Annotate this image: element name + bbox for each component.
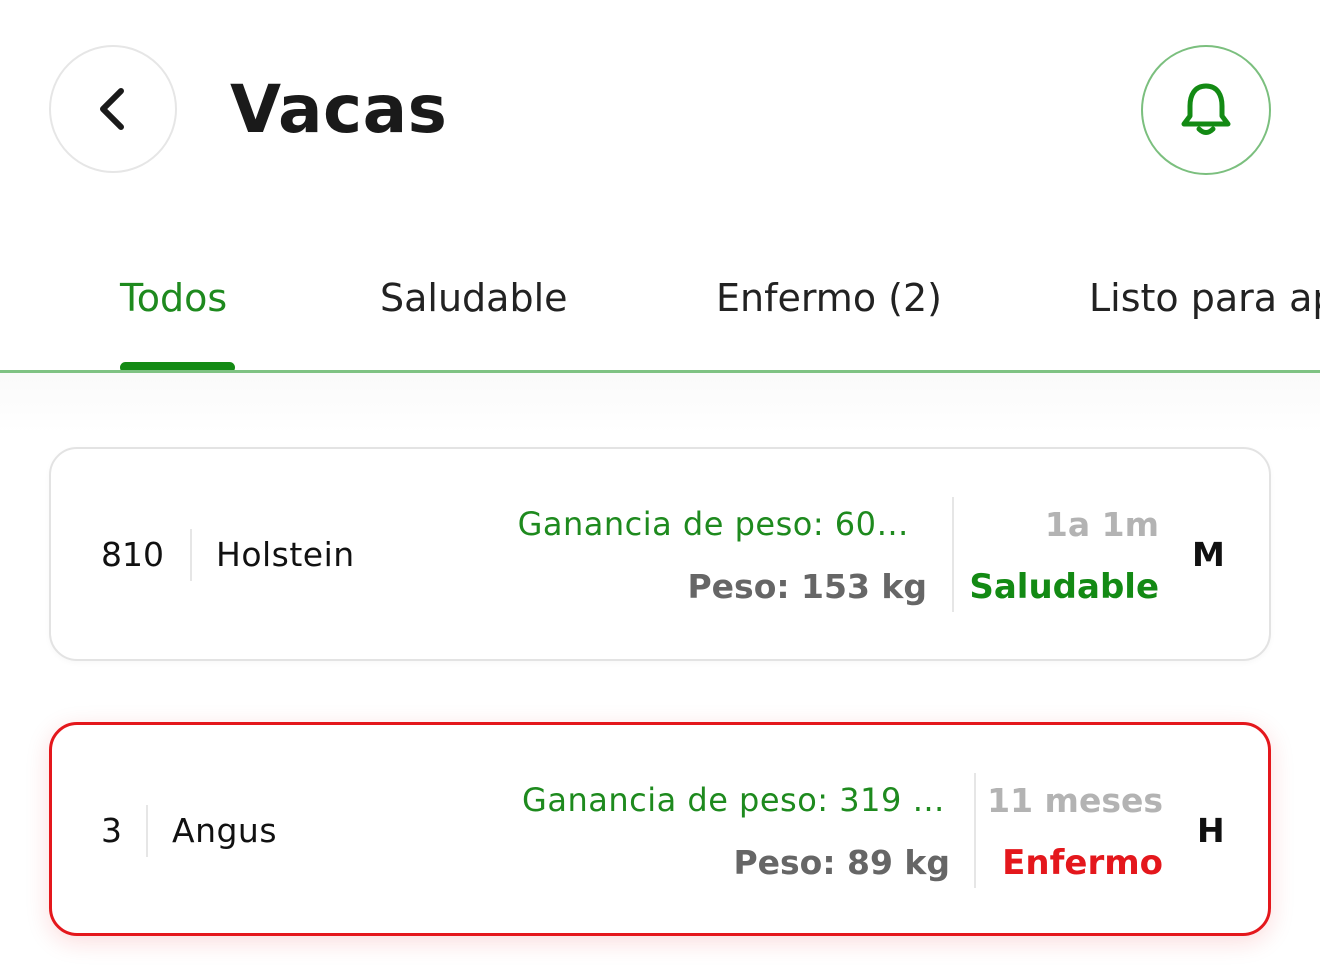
back-button[interactable] [49,45,177,173]
divider [974,773,976,888]
cow-id: 3 [101,811,122,850]
bell-icon [1181,83,1231,135]
chevron-left-icon [100,88,124,130]
divider [190,529,192,581]
page-title: Vacas [230,71,448,148]
notifications-button[interactable] [1141,45,1271,175]
cow-sex: M [1192,535,1225,574]
tab-todos[interactable]: Todos [120,272,227,324]
weight-gain: Ganancia de peso: 60… [517,505,909,543]
filter-tabs: Todos Saludable Enfermo (2) Listo para a… [0,250,1320,374]
status-badge: Saludable [969,567,1159,607]
divider [146,805,148,857]
weight-gain: Ganancia de peso: 319 … [522,781,945,819]
cow-breed: Angus [172,811,278,850]
cow-weight: Peso: 89 kg [733,843,950,882]
cow-breed: Holstein [216,535,355,574]
cow-sex: H [1197,811,1225,850]
cow-age: 1a 1m [1044,505,1159,544]
top-bar: Vacas [0,0,1320,220]
cow-card[interactable]: 3 Angus Ganancia de peso: 319 … Peso: 89… [49,722,1271,936]
tab-enfermo[interactable]: Enfermo (2) [716,272,942,324]
cow-card[interactable]: 810 Holstein Ganancia de peso: 60… Peso:… [49,447,1271,661]
cow-age: 11 meses [987,781,1163,820]
cow-id: 810 [101,535,164,574]
status-badge: Enfermo [1002,843,1163,883]
tab-saludable[interactable]: Saludable [380,272,568,324]
divider [952,497,954,612]
cow-weight: Peso: 153 kg [687,567,927,606]
tab-listo-para[interactable]: Listo para ap [1089,272,1320,324]
